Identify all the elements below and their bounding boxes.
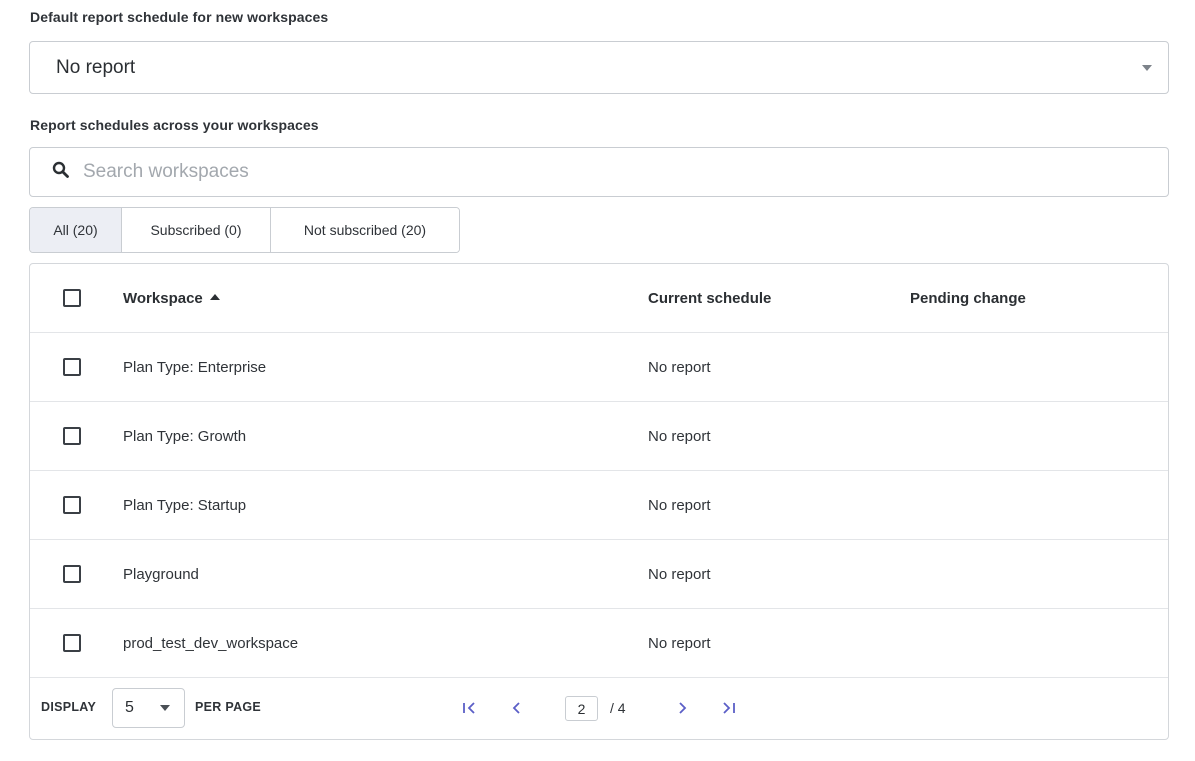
- last-page-icon: [723, 702, 735, 714]
- page-total: / 4: [610, 700, 626, 716]
- tab-not-subscribed[interactable]: Not subscribed (20): [271, 208, 459, 252]
- schedules-section-label: Report schedules across your workspaces: [30, 117, 319, 133]
- column-header-pending-change: Pending change: [910, 289, 1026, 307]
- table-footer: DISPLAY 5 PER PAGE / 4: [30, 676, 1168, 739]
- column-header-workspace-label: Workspace: [123, 289, 203, 307]
- per-page-select[interactable]: 5: [112, 688, 185, 728]
- previous-page-button[interactable]: [507, 698, 527, 718]
- row-checkbox[interactable]: [63, 565, 81, 583]
- chevron-left-icon: [512, 702, 520, 714]
- default-schedule-label: Default report schedule for new workspac…: [30, 9, 329, 25]
- filter-tabs: All (20) Subscribed (0) Not subscribed (…: [29, 207, 460, 253]
- tab-subscribed[interactable]: Subscribed (0): [122, 208, 271, 252]
- workspace-name: prod_test_dev_workspace: [123, 634, 299, 652]
- first-page-button[interactable]: [460, 698, 480, 718]
- per-page-label: PER PAGE: [195, 700, 262, 714]
- workspace-name: Plan Type: Enterprise: [123, 358, 267, 376]
- workspace-name: Plan Type: Growth: [123, 427, 247, 445]
- search-icon: [52, 161, 69, 183]
- current-schedule: No report: [648, 565, 711, 583]
- chevron-right-icon: [679, 702, 687, 714]
- column-header-current-schedule: Current schedule: [648, 289, 772, 307]
- display-label: DISPLAY: [41, 700, 97, 714]
- chevron-down-icon: [1142, 64, 1152, 71]
- row-checkbox[interactable]: [63, 496, 81, 514]
- select-all-checkbox[interactable]: [63, 289, 81, 307]
- search-input[interactable]: [81, 160, 1152, 184]
- current-schedule: No report: [648, 634, 711, 652]
- last-page-button[interactable]: [718, 698, 738, 718]
- default-schedule-value: No report: [56, 56, 136, 78]
- tab-all[interactable]: All (20): [30, 208, 122, 252]
- default-schedule-select[interactable]: No report: [29, 41, 1169, 94]
- first-page-icon: [463, 702, 475, 714]
- current-schedule: No report: [648, 358, 711, 376]
- row-checkbox[interactable]: [63, 634, 81, 652]
- current-schedule: No report: [648, 427, 711, 445]
- table-header: Workspace Current schedule Pending chang…: [30, 264, 1168, 333]
- workspaces-table: Workspace Current schedule Pending chang…: [29, 263, 1169, 740]
- column-header-workspace[interactable]: Workspace: [123, 290, 220, 307]
- table-row: Playground No report: [30, 540, 1168, 609]
- table-row: prod_test_dev_workspace No report: [30, 609, 1168, 678]
- next-page-button[interactable]: [672, 698, 692, 718]
- search-box: [29, 147, 1169, 197]
- table-row: Plan Type: Startup No report: [30, 471, 1168, 540]
- current-schedule: No report: [648, 496, 711, 514]
- table-row: Plan Type: Enterprise No report: [30, 333, 1168, 402]
- per-page-value: 5: [125, 699, 134, 716]
- table-row: Plan Type: Growth No report: [30, 402, 1168, 471]
- chevron-down-icon: [160, 705, 170, 711]
- workspace-name: Plan Type: Startup: [123, 496, 247, 514]
- row-checkbox[interactable]: [63, 358, 81, 376]
- row-checkbox[interactable]: [63, 427, 81, 445]
- sort-ascending-icon: [209, 293, 220, 300]
- workspace-name: Playground: [123, 565, 199, 583]
- page-number-input[interactable]: [565, 696, 598, 721]
